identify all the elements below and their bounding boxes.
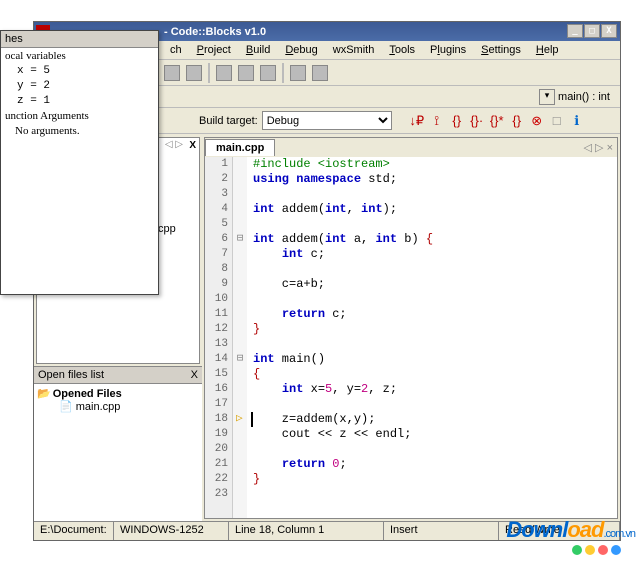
undo-icon[interactable]: [164, 65, 180, 81]
close-button[interactable]: X: [601, 24, 617, 38]
menu-ch[interactable]: ch: [164, 42, 188, 58]
find-icon[interactable]: [290, 65, 306, 81]
open-files-close-icon[interactable]: X: [191, 369, 198, 381]
open-files-pane: Open files list X 📂 Opened Files 📄 main.…: [34, 366, 202, 521]
no-arguments: No arguments.: [5, 125, 154, 140]
opened-files-folder[interactable]: 📂 Opened Files: [37, 387, 199, 400]
menu-wxsmith[interactable]: wxSmith: [327, 42, 381, 58]
scope-label[interactable]: main() : int: [558, 91, 610, 103]
watermark: Download.com.vn: [506, 517, 635, 543]
minimize-button[interactable]: _: [567, 24, 583, 38]
menu-plugins[interactable]: Plugins: [424, 42, 472, 58]
paste-icon[interactable]: [260, 65, 276, 81]
debug-icon-4[interactable]: {}*: [488, 112, 506, 130]
debug-icon-2[interactable]: {}: [448, 112, 466, 130]
local-var[interactable]: z = 1: [17, 95, 154, 110]
maximize-button[interactable]: □: [584, 24, 600, 38]
locals-header: ocal variables: [5, 50, 154, 65]
debug-icon-0[interactable]: ↓₽: [408, 112, 426, 130]
debug-icons: ↓₽⟟{}{}·{}*{}→⊗□ℹ: [408, 112, 586, 130]
local-var[interactable]: y = 2: [17, 80, 154, 95]
code-editor[interactable]: 1234567891011121314151617181920212223 ⊟ …: [205, 157, 617, 518]
folder-icon: 📂: [37, 387, 51, 400]
file-icon: 📄: [59, 401, 73, 413]
source-text[interactable]: #include <iostream>using namespace std;i…: [247, 157, 617, 518]
menu-tools[interactable]: Tools: [383, 42, 421, 58]
open-files-title: Open files list: [38, 369, 104, 381]
editor-tabbar: main.cpp ◁ ▷ ×: [205, 138, 617, 157]
pane-nav-arrows[interactable]: ◁ ▷: [165, 139, 183, 150]
menu-project[interactable]: Project: [191, 42, 237, 58]
local-var[interactable]: x = 5: [17, 65, 154, 80]
debug-icon-5[interactable]: {}→: [508, 112, 526, 130]
build-target-select[interactable]: Debug: [262, 111, 392, 130]
watches-panel[interactable]: hes ocal variables x = 5y = 2z = 1 uncti…: [0, 30, 159, 295]
status-encoding: WINDOWS-1252: [114, 522, 229, 540]
locals-list: x = 5y = 2z = 1: [5, 65, 154, 110]
scope-dropdown-icon[interactable]: ▾: [539, 89, 555, 105]
debug-icon-7[interactable]: □: [548, 112, 566, 130]
debug-icon-3[interactable]: {}·: [468, 112, 486, 130]
editor-pane: main.cpp ◁ ▷ × 1234567891011121314151617…: [204, 137, 618, 519]
debug-icon-8[interactable]: ℹ: [568, 112, 586, 130]
status-insert: Insert: [384, 522, 499, 540]
status-position: Line 18, Column 1: [229, 522, 384, 540]
menu-help[interactable]: Help: [530, 42, 565, 58]
status-path: E:\Document:: [34, 522, 114, 540]
menu-settings[interactable]: Settings: [475, 42, 527, 58]
debug-icon-6[interactable]: ⊗: [528, 112, 546, 130]
replace-icon[interactable]: [312, 65, 328, 81]
tab-maincpp[interactable]: main.cpp: [205, 139, 275, 156]
open-file-item[interactable]: 📄 main.cpp: [59, 400, 199, 413]
copy-icon[interactable]: [238, 65, 254, 81]
pane-close-icon[interactable]: X: [189, 140, 196, 151]
fold-gutter[interactable]: ⊟ ⊟: [233, 157, 247, 518]
open-files-header: Open files list X: [34, 367, 202, 384]
window-title: - Code::Blocks v1.0: [164, 26, 266, 38]
tab-nav-icons[interactable]: ◁ ▷ ×: [584, 141, 613, 154]
menu-debug[interactable]: Debug: [279, 42, 323, 58]
debug-icon-1[interactable]: ⟟: [428, 112, 446, 130]
line-gutter: 1234567891011121314151617181920212223: [205, 157, 233, 518]
watermark-dots: [572, 545, 621, 555]
redo-icon[interactable]: [186, 65, 202, 81]
build-target-label: Build target:: [199, 115, 258, 127]
watches-title: hes: [1, 31, 158, 48]
menu-build[interactable]: Build: [240, 42, 276, 58]
funcargs-header: unction Arguments: [5, 110, 154, 125]
cut-icon[interactable]: [216, 65, 232, 81]
